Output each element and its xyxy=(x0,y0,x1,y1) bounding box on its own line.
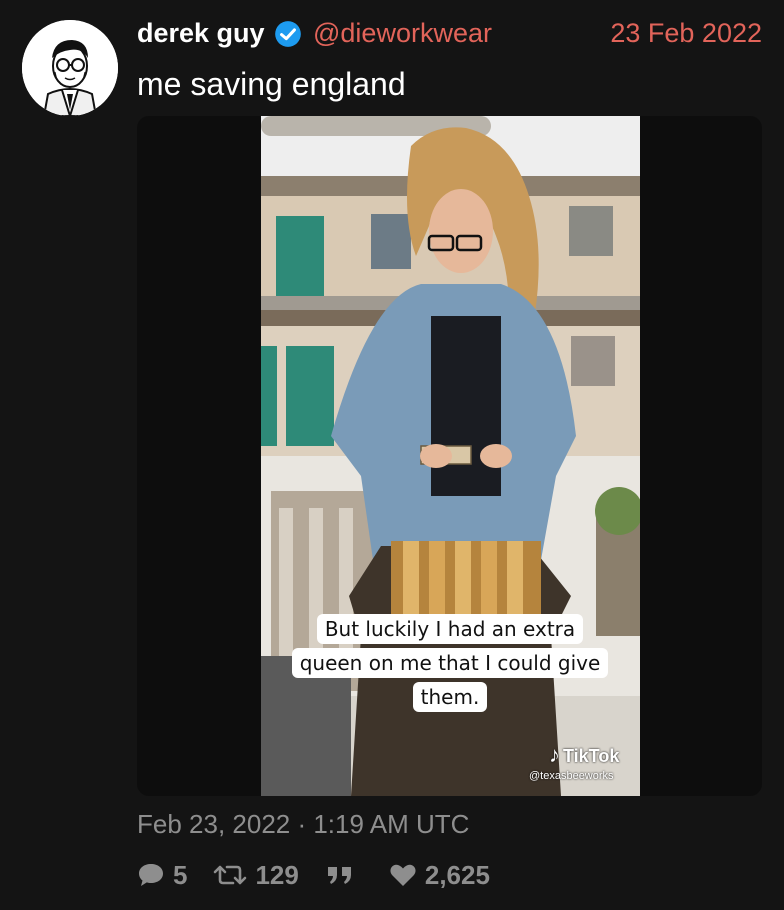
verified-icon xyxy=(275,21,301,47)
tiktok-watermark: ♪ TikTok xyxy=(549,742,620,767)
video-frame[interactable]: But luckily I had an extra queen on me t… xyxy=(261,116,640,796)
tiktok-handle: @texasbeeworks xyxy=(529,770,614,782)
tweet-date[interactable]: 23 Feb 2022 xyxy=(610,15,762,51)
reply-stat[interactable]: 5 xyxy=(137,860,187,891)
quote-stat[interactable] xyxy=(325,863,363,887)
retweet-stat[interactable]: 129 xyxy=(213,859,299,891)
tiktok-icon: ♪ xyxy=(549,742,560,767)
author-handle[interactable]: @dieworkwear xyxy=(313,15,492,51)
avatar-illustration xyxy=(22,20,118,116)
like-stat[interactable]: 2,625 xyxy=(389,860,490,891)
avatar[interactable] xyxy=(22,20,118,116)
reply-count: 5 xyxy=(173,859,188,890)
heart-icon xyxy=(390,864,416,886)
tweet-timestamp[interactable]: Feb 23, 2022 · 1:19 AM UTC xyxy=(137,806,469,842)
tweet-text: me saving england xyxy=(137,66,406,102)
comment-icon xyxy=(139,864,163,886)
retweet-count: 129 xyxy=(255,859,299,890)
media-container[interactable]: But luckily I had an extra queen on me t… xyxy=(137,116,762,796)
retweet-icon xyxy=(214,865,247,885)
like-count: 2,625 xyxy=(424,859,490,890)
tweet-stats: 5 129 2,625 xyxy=(137,856,516,894)
quote-icon xyxy=(327,867,351,884)
author-name[interactable]: derek guy xyxy=(137,15,265,51)
video-caption: But luckily I had an extra queen on me t… xyxy=(289,612,611,714)
